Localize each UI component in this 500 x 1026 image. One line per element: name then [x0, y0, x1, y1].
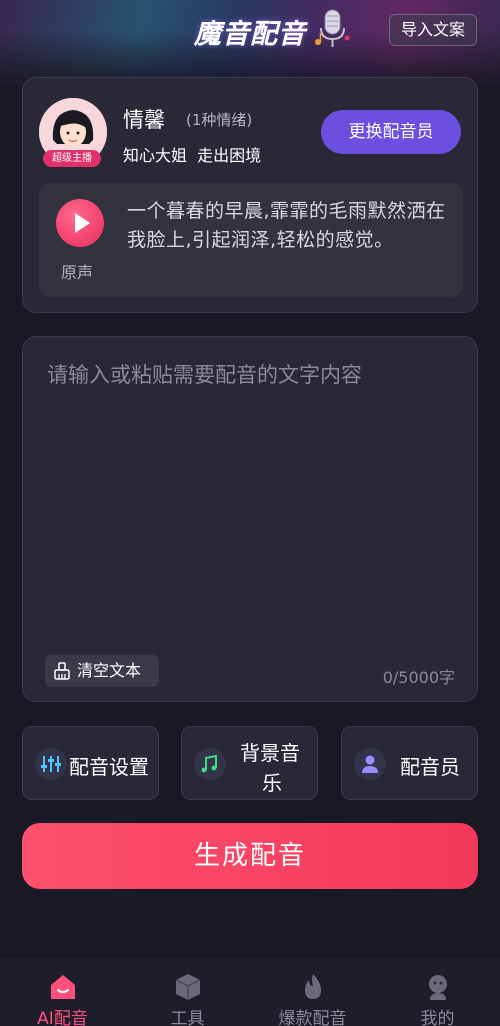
nav-ai-voice[interactable]: AI配音 [0, 958, 125, 1026]
voice-settings-button[interactable]: 配音设置 [22, 726, 159, 800]
nav-label-tools: 工具 [170, 1009, 205, 1026]
voice-sample: 原声 一个暮春的早晨,霏霏的毛雨默然洒在我脸上,引起润泽,轻松的感觉。 [39, 183, 463, 297]
voice-name: 情馨 [123, 108, 165, 132]
microphone-icon [315, 9, 350, 47]
voice-tags: 知心大姐 走出困境 [123, 146, 262, 165]
nav-label-hot-voice: 爆款配音 [278, 1009, 347, 1026]
play-icon[interactable] [56, 199, 104, 247]
bottom-nav: AI配音 工具 爆款配音 我的 [0, 958, 500, 1026]
background-music-button[interactable]: 背景音 乐 [181, 726, 318, 800]
script-input[interactable]: 请输入或粘贴需要配音的文字内容 清空文本 0/5000字 [22, 336, 478, 702]
home-icon [51, 975, 75, 999]
voice-actor-button[interactable]: 配音员 [341, 726, 478, 800]
flame-icon [305, 974, 321, 999]
voice-emotion-count: (1种情绪) [186, 111, 253, 129]
script-placeholder: 请输入或粘贴需要配音的文字内容 [47, 363, 362, 387]
generate-voice-button[interactable]: 生成配音 [22, 823, 478, 889]
char-count: 0/5000字 [382, 668, 455, 687]
import-script-button[interactable]: 导入文案 [389, 14, 477, 46]
person-icon [354, 748, 386, 780]
background-music-label-line1: 背景音 [240, 741, 300, 765]
change-voice-button[interactable]: 更换配音员 [321, 110, 461, 154]
super-host-badge: 超级主播 [43, 150, 101, 167]
broom-icon [54, 662, 70, 680]
sample-text: 一个暮春的早晨,霏霏的毛雨默然洒在我脸上,引起润泽,轻松的感觉。 [127, 200, 446, 251]
background-music-label-line2: 乐 [262, 771, 282, 795]
clear-text-button[interactable]: 清空文本 [45, 655, 159, 687]
app-header: 魔音配音 导入文案 [0, 0, 500, 60]
nav-tools[interactable]: 工具 [125, 958, 250, 1026]
nav-label-mine: 我的 [420, 1009, 455, 1026]
sliders-icon [35, 748, 67, 780]
sample-label: 原声 [61, 263, 94, 282]
clear-text-label: 清空文本 [77, 661, 142, 680]
voice-actor-label: 配音员 [400, 755, 460, 779]
nav-hot-voice[interactable]: 爆款配音 [250, 958, 375, 1026]
cube-icon [175, 974, 201, 1000]
nav-label-ai-voice: AI配音 [37, 1009, 88, 1026]
app-title: 魔音配音 [194, 19, 306, 50]
voice-settings-label: 配音设置 [69, 755, 149, 779]
profile-icon [429, 975, 447, 1000]
music-icon [194, 748, 226, 780]
voice-card: 超级主播 情馨 (1种情绪) 知心大姐 走出困境 更换配音员 原声 一个暮春的早… [22, 77, 478, 313]
nav-mine[interactable]: 我的 [375, 958, 500, 1026]
